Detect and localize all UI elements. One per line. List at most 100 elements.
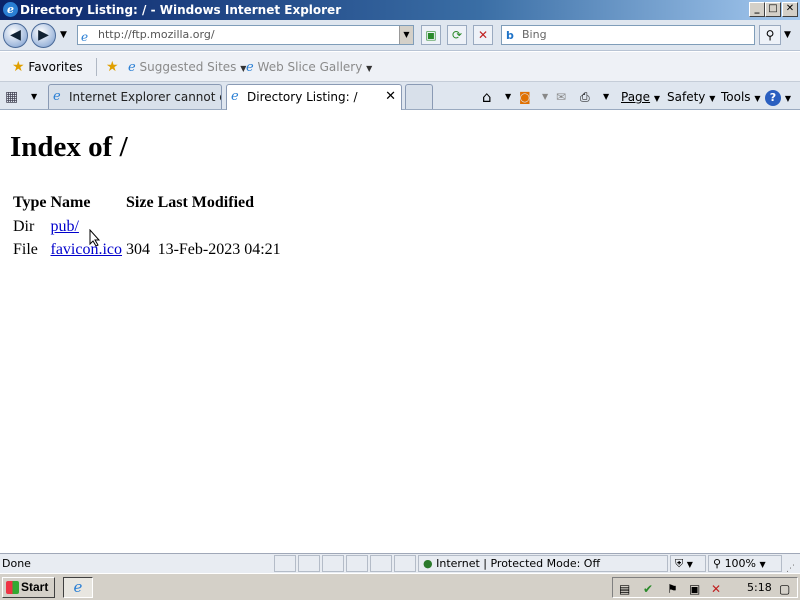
help-icon: ?	[765, 90, 781, 106]
read-mail-button[interactable]: ✉	[556, 87, 566, 107]
ie-page-icon: e	[128, 60, 136, 75]
print-button[interactable]: ⎙	[580, 87, 590, 107]
search-button[interactable]: ⚲	[759, 25, 781, 45]
recent-pages-dropdown-icon[interactable]: ▼	[60, 30, 67, 40]
favorites-bar: ★ Favorites ★ e Suggested Sites ▼ e Web …	[0, 52, 800, 82]
print-dropdown-icon[interactable]: ▼	[603, 87, 609, 107]
status-text: Done	[2, 557, 31, 570]
globe-icon: ●	[423, 557, 433, 570]
taskbar-ie-button[interactable]: e	[63, 577, 93, 598]
tab-label: Internet Explorer cannot dis...	[69, 90, 221, 104]
minimize-button[interactable]: _	[749, 2, 765, 17]
tools-menu-label: Tools	[721, 90, 751, 104]
taskbar: Start e ▤ ✔ ⚑ ▣ ✕ 5:18 ▢	[0, 573, 800, 600]
network-icon[interactable]: ▣	[689, 580, 700, 599]
zoom-button[interactable]: ⚲ 100% ▼	[708, 555, 782, 572]
search-input[interactable]: b Bing	[501, 25, 755, 45]
compatibility-icon: ▣	[425, 28, 437, 42]
ie-page-icon: e	[231, 89, 239, 104]
web-slice-gallery-button[interactable]: e Web Slice Gallery ▼	[246, 56, 372, 78]
suggested-sites-label: Suggested Sites	[139, 60, 237, 74]
window-titlebar[interactable]: e Directory Listing: / - Windows Interne…	[0, 0, 800, 20]
chevron-down-icon: ▼	[653, 94, 661, 103]
show-desktop-icon[interactable]: ▢	[779, 580, 790, 599]
chevron-down-icon: ▼	[784, 94, 791, 103]
arrow-right-icon: ▶	[38, 27, 49, 43]
volume-muted-icon[interactable]: ✕	[711, 580, 721, 599]
stop-icon: ✕	[477, 28, 489, 42]
tab-label: Directory Listing: /	[247, 90, 358, 104]
column-header-name: Name	[50, 194, 91, 211]
security-check-icon[interactable]: ✔	[643, 580, 653, 599]
feeds-dropdown-icon[interactable]: ▼	[542, 87, 548, 107]
status-bar: Done ● Internet | Protected Mode: Off ⛨ …	[0, 553, 800, 574]
favorites-button[interactable]: ★ Favorites	[12, 56, 83, 78]
address-dropdown-icon[interactable]: ▼	[399, 26, 413, 44]
forward-button[interactable]: ▶	[31, 23, 56, 48]
close-tab-icon[interactable]: ✕	[385, 85, 396, 109]
column-header-size: Size	[126, 194, 154, 211]
ie-page-icon: e	[53, 89, 61, 104]
zoom-icon: ⚲	[713, 557, 722, 570]
tools-menu-button[interactable]: Tools ▼	[721, 87, 761, 107]
bing-icon: b	[506, 29, 514, 42]
grid-icon: ▦	[5, 89, 19, 105]
home-button[interactable]: ⌂	[482, 87, 492, 107]
refresh-button[interactable]: ⟳	[447, 25, 467, 45]
feeds-button[interactable]: ◙	[519, 87, 531, 107]
table-header-row: Type Name Size Last Modified	[12, 192, 282, 214]
rss-icon: ◙	[519, 90, 531, 104]
mail-icon: ✉	[556, 90, 567, 104]
file-link-favicon[interactable]: favicon.ico	[50, 241, 122, 258]
home-icon: ⌂	[482, 88, 492, 106]
tab-ie-cannot-display[interactable]: e Internet Explorer cannot dis...	[48, 84, 222, 109]
cell-size	[125, 216, 155, 237]
compatibility-view-button[interactable]: ▣	[421, 25, 441, 45]
ie-page-icon: e	[246, 60, 254, 75]
page-icon: e	[81, 30, 89, 44]
search-placeholder: Bing	[522, 28, 547, 41]
search-options-dropdown-icon[interactable]: ▼	[784, 30, 791, 40]
page-menu-button[interactable]: Page ▼	[621, 87, 660, 107]
close-button[interactable]: ✕	[782, 2, 798, 17]
page-title: Index of /	[10, 131, 128, 163]
clock[interactable]: 5:18	[747, 578, 772, 597]
safety-menu-button[interactable]: Safety ▼	[667, 87, 715, 107]
add-favorite-icon: ★	[106, 59, 119, 75]
stop-button[interactable]: ✕	[473, 25, 493, 45]
refresh-icon: ⟳	[451, 28, 463, 42]
safety-menu-label: Safety	[667, 90, 706, 104]
suggested-sites-button[interactable]: e Suggested Sites ▼	[128, 56, 246, 78]
status-panel	[322, 555, 344, 572]
chevron-down-icon: ▼	[759, 560, 766, 569]
tab-directory-listing[interactable]: e Directory Listing: / ✕	[226, 84, 402, 110]
web-slice-gallery-label: Web Slice Gallery	[257, 60, 363, 74]
address-bar[interactable]: e http://ftp.mozilla.org/ ▼	[77, 25, 414, 45]
document-icon[interactable]: ▤	[619, 580, 630, 599]
divider	[96, 58, 97, 76]
chevron-down-icon: ▼	[686, 560, 693, 569]
protected-mode-button[interactable]: ⛨ ▼	[670, 555, 706, 572]
quick-tabs-button[interactable]: ▦	[5, 87, 18, 107]
tab-list-dropdown-icon[interactable]: ▼	[31, 87, 37, 107]
directory-table: Type Name Size Last Modified Dir pub/ Fi…	[10, 190, 284, 262]
flag-icon[interactable]: ⚑	[667, 580, 678, 599]
cell-name: pub/	[49, 216, 123, 237]
chevron-down-icon: ▼	[754, 94, 761, 103]
table-row: Dir pub/	[12, 216, 282, 237]
page-menu-label: Page	[621, 90, 651, 104]
security-zone[interactable]: ● Internet | Protected Mode: Off	[418, 555, 668, 572]
help-button[interactable]: ? ▼	[765, 87, 791, 107]
address-url: http://ftp.mozilla.org/	[98, 28, 215, 41]
home-dropdown-icon[interactable]: ▼	[505, 87, 511, 107]
page-content: Index of / Type Name Size Last Modified …	[0, 111, 800, 552]
status-panel	[370, 555, 392, 572]
tab-bar: ▦ ▼ e Internet Explorer cannot dis... e …	[0, 82, 800, 110]
mouse-pointer-icon	[89, 229, 101, 247]
new-tab-button[interactable]	[405, 84, 433, 109]
start-button[interactable]: Start	[2, 577, 55, 598]
directory-link-pub[interactable]: pub/	[50, 218, 78, 235]
back-button[interactable]: ◀	[3, 23, 28, 48]
maximize-button[interactable]: □	[765, 2, 781, 17]
add-to-favorites-bar-button[interactable]: ★	[106, 56, 119, 78]
